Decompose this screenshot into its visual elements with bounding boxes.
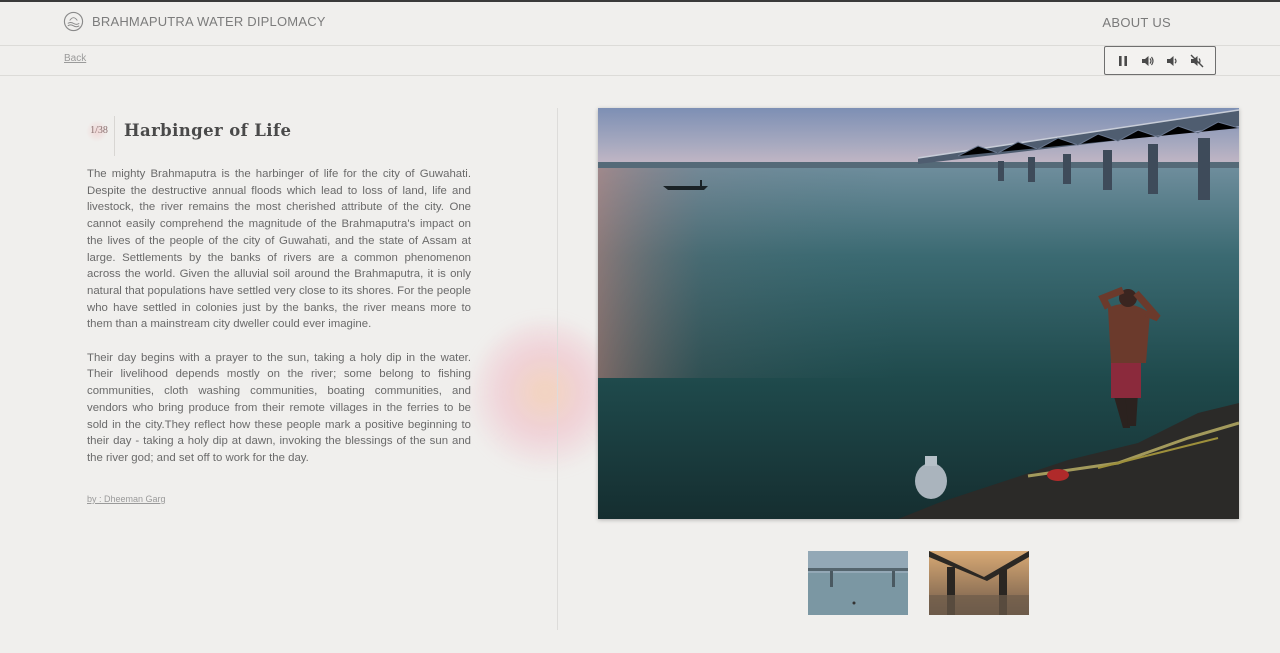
slide-counter: 1/38 [84,116,115,156]
thumbnail-2[interactable] [929,551,1029,615]
mute-icon[interactable] [1189,53,1205,69]
about-us-link[interactable]: ABOUT US [1102,15,1171,30]
logo-icon [63,11,84,32]
back-link[interactable]: Back [64,53,86,64]
column-divider [557,108,558,630]
brand[interactable]: BRAHMAPUTRA WATER DIPLOMACY [63,11,326,32]
sub-navigation: Back [0,46,1280,76]
main-photo [598,108,1239,519]
thumbnail-1[interactable] [808,551,908,615]
brand-name: BRAHMAPUTRA WATER DIPLOMACY [92,14,326,29]
story-body: The mighty Brahmaputra is the harbinger … [87,166,471,483]
audio-controls [1104,46,1216,75]
volume-down-icon[interactable] [1164,53,1180,69]
story-title: Harbinger of Life [124,121,292,140]
story-paragraph-2: Their day begins with a prayer to the su… [87,351,471,464]
pause-icon[interactable] [1115,53,1131,69]
story-paragraph-1: The mighty Brahmaputra is the harbinger … [87,168,471,331]
volume-up-icon[interactable] [1140,53,1156,69]
site-header: BRAHMAPUTRA WATER DIPLOMACY ABOUT US [0,2,1280,46]
photo-credit-link[interactable]: by : Dheeman Garg [87,494,166,504]
